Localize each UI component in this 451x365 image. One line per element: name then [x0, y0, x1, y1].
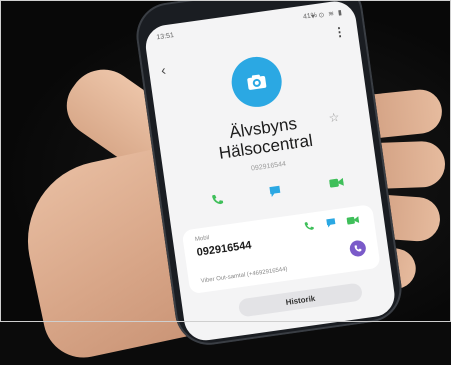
image-border — [0, 0, 451, 322]
